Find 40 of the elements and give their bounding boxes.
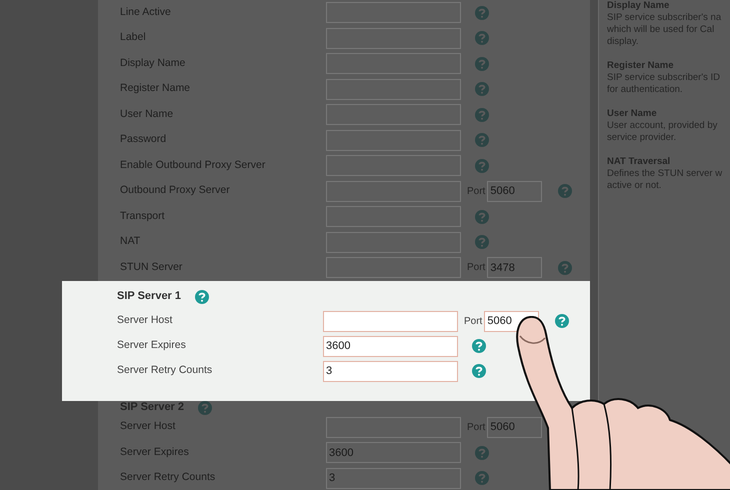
- input-field[interactable]: [326, 130, 461, 151]
- input-field[interactable]: [326, 28, 461, 49]
- field-label: STUN Server: [120, 260, 184, 275]
- input-field[interactable]: 3600: [323, 336, 458, 356]
- field-label: Display Name: [120, 56, 186, 71]
- field-label: Server Host: [117, 313, 174, 328]
- field-label: Register Name: [120, 81, 192, 96]
- input-field[interactable]: 3478: [487, 257, 542, 278]
- field-label: Password: [120, 132, 168, 148]
- input-field[interactable]: 5060: [487, 180, 542, 202]
- field-label: User Name: [120, 106, 174, 122]
- input-field[interactable]: [326, 257, 461, 278]
- field-label: Transport: [120, 208, 166, 224]
- port-label: Port: [464, 314, 482, 328]
- input-field[interactable]: [326, 155, 461, 176]
- field-label: Server Host: [120, 419, 176, 434]
- section-heading: SIP Server 1: [117, 289, 182, 304]
- field-label: Server Expires: [120, 444, 190, 460]
- input-field[interactable]: 3600: [326, 442, 461, 464]
- field-label: Server Retry Counts: [120, 470, 216, 486]
- input-field[interactable]: [326, 104, 461, 126]
- input-field[interactable]: [326, 78, 461, 100]
- input-field[interactable]: [326, 206, 461, 228]
- input-field[interactable]: [323, 310, 458, 332]
- input-field[interactable]: 5060: [487, 416, 542, 438]
- help-icon[interactable]: [198, 400, 212, 414]
- input-field[interactable]: [326, 180, 461, 202]
- input-field[interactable]: [326, 2, 461, 24]
- field-label: Outbound Proxy Server: [120, 183, 231, 198]
- field-label: Server Retry Counts: [117, 363, 214, 378]
- input-field[interactable]: [326, 416, 461, 438]
- field-label: NAT: [120, 234, 142, 250]
- input-field[interactable]: [326, 53, 461, 74]
- field-label: Server Expires: [117, 338, 187, 354]
- input-field[interactable]: 3: [323, 360, 458, 382]
- input-field[interactable]: 3: [326, 468, 461, 489]
- field-label: Label: [120, 30, 147, 46]
- field-label: Line Active: [120, 4, 172, 20]
- input-field[interactable]: [326, 232, 461, 253]
- field-label: Enable Outbound Proxy Server: [120, 158, 266, 173]
